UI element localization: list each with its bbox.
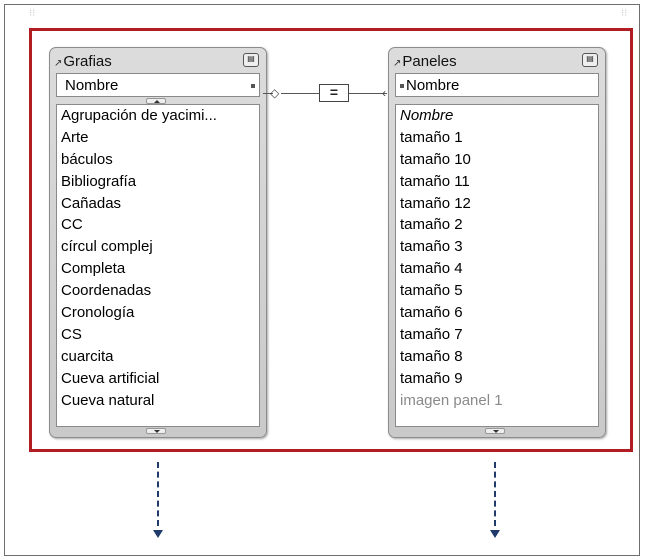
field-item[interactable]: Completa xyxy=(57,258,259,280)
field-item[interactable]: tamaño 9 xyxy=(396,368,598,390)
key-field[interactable]: Nombre xyxy=(406,77,459,94)
key-field-box[interactable]: Nombre xyxy=(56,73,260,97)
key-field-box[interactable]: Nombre xyxy=(395,73,599,97)
relationship-line[interactable] xyxy=(281,93,321,94)
field-list[interactable]: Agrupación de yacimi... Arte báculos Bib… xyxy=(56,104,260,427)
field-item[interactable]: círcul complej xyxy=(57,236,259,258)
field-item[interactable]: Cueva artificial xyxy=(57,368,259,390)
field-item[interactable]: tamaño 3 xyxy=(396,236,598,258)
dashed-arrow-line xyxy=(494,462,496,526)
field-item[interactable]: CS xyxy=(57,324,259,346)
field-item[interactable]: tamaño 8 xyxy=(396,346,598,368)
field-item[interactable]: Nombre xyxy=(396,105,598,127)
collapse-icon[interactable]: ▤ xyxy=(243,53,259,67)
field-item[interactable]: tamaño 12 xyxy=(396,193,598,215)
field-item[interactable]: tamaño 4 xyxy=(396,258,598,280)
field-item[interactable]: imagen panel 1 xyxy=(396,390,598,412)
pin-icon: ↗ xyxy=(54,58,63,69)
table-title-wrap: ↗Grafias xyxy=(54,53,112,70)
field-item[interactable]: tamaño 6 xyxy=(396,302,598,324)
field-item[interactable]: Arte xyxy=(57,127,259,149)
field-item[interactable]: tamaño 11 xyxy=(396,171,598,193)
table-header[interactable]: ↗Paneles ▤ xyxy=(389,48,605,74)
join-end-icon: ‹ xyxy=(382,86,386,100)
corner-mark-icon: ⁝⁝ xyxy=(29,8,36,19)
arrow-down-icon xyxy=(490,530,500,538)
field-item[interactable]: tamaño 10 xyxy=(396,149,598,171)
field-item[interactable]: tamaño 7 xyxy=(396,324,598,346)
scroll-down-icon[interactable] xyxy=(485,428,505,434)
field-item[interactable]: Cueva natural xyxy=(57,390,259,412)
table-title-wrap: ↗Paneles xyxy=(393,53,457,70)
dashed-arrow-line xyxy=(157,462,159,526)
relationship-operator[interactable]: = xyxy=(319,84,349,102)
table-title: Paneles xyxy=(402,53,457,70)
field-item[interactable]: Bibliografía xyxy=(57,171,259,193)
pin-icon: ↗ xyxy=(393,58,402,69)
field-item[interactable]: tamaño 5 xyxy=(396,280,598,302)
field-item[interactable]: Coordenadas xyxy=(57,280,259,302)
field-item[interactable]: Cronología xyxy=(57,302,259,324)
table-header[interactable]: ↗Grafias ▤ xyxy=(50,48,266,74)
field-list[interactable]: Nombre tamaño 1 tamaño 10 tamaño 11 tama… xyxy=(395,104,599,427)
field-item[interactable]: báculos xyxy=(57,149,259,171)
relationship-graph[interactable]: ↗Grafias ▤ Nombre Agrupación de yacimi..… xyxy=(29,28,633,452)
table-occurrence-paneles[interactable]: ↗Paneles ▤ Nombre Nombre tamaño 1 tamaño… xyxy=(388,47,606,438)
key-marker-icon xyxy=(251,84,255,88)
field-item[interactable]: cuarcita xyxy=(57,346,259,368)
field-item[interactable]: tamaño 2 xyxy=(396,214,598,236)
field-item[interactable]: Agrupación de yacimi... xyxy=(57,105,259,127)
key-field[interactable]: Nombre xyxy=(65,77,118,94)
key-marker-icon xyxy=(400,84,404,88)
join-end-icon: ◇ xyxy=(270,86,280,100)
arrow-down-icon xyxy=(153,530,163,538)
table-title: Grafias xyxy=(63,53,112,70)
scroll-down-icon[interactable] xyxy=(146,428,166,434)
collapse-icon[interactable]: ▤ xyxy=(582,53,598,67)
field-item[interactable]: Cañadas xyxy=(57,193,259,215)
field-item[interactable]: tamaño 1 xyxy=(396,127,598,149)
field-item[interactable]: CC xyxy=(57,214,259,236)
table-occurrence-grafias[interactable]: ↗Grafias ▤ Nombre Agrupación de yacimi..… xyxy=(49,47,267,438)
corner-mark-icon: ⁝⁝ xyxy=(621,8,628,19)
